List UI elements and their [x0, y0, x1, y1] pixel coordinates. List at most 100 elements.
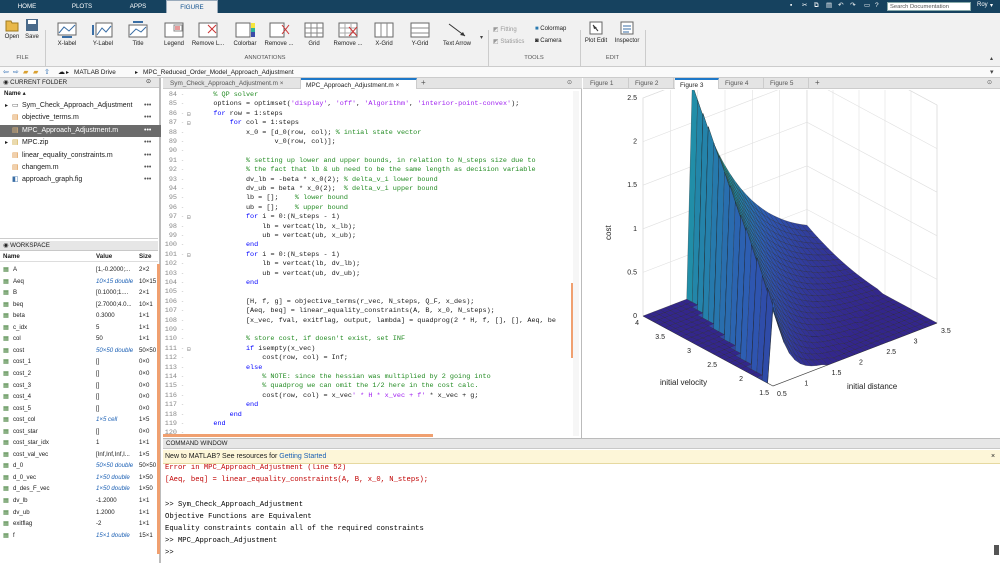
code-line[interactable]: 86- ⊟ for row = 1:steps: [163, 110, 582, 119]
code-line[interactable]: 108- [x_vec, fval, exitflag, output, lam…: [163, 317, 582, 326]
workspace-row[interactable]: ▦ cost_val_vec [Inf,Inf,Inf,I... 1×5: [0, 449, 158, 461]
annotations-more-chevron-icon[interactable]: ▾: [480, 34, 483, 41]
inspector-button[interactable]: Inspector: [612, 20, 642, 44]
workspace-scrollbar[interactable]: [157, 264, 160, 554]
breakpoint-gutter-icon[interactable]: -: [181, 411, 184, 420]
save-button[interactable]: Save: [23, 18, 41, 40]
editor-tab-sym-check[interactable]: Sym_Check_Approach_Adjustment.m ×: [165, 78, 301, 89]
breakpoint-gutter-icon[interactable]: -: [181, 373, 184, 382]
breakpoint-gutter-icon[interactable]: -: [181, 166, 184, 175]
forward-arrow-icon[interactable]: ⇨: [13, 68, 19, 76]
code-line[interactable]: 109-: [163, 326, 582, 335]
file-actions-icon[interactable]: •••: [144, 125, 151, 137]
code-line[interactable]: 97- ⊟ for i = 0:(N_steps - 1): [163, 213, 582, 222]
workspace-row[interactable]: ▦ cost_3 [] 0×0: [0, 380, 158, 392]
breakpoint-gutter-icon[interactable]: -: [181, 345, 184, 354]
getting-started-link[interactable]: Getting Started: [279, 453, 326, 460]
workspace-row[interactable]: ▦ cost_col 1×5 cell 1×5: [0, 414, 158, 426]
file-actions-icon[interactable]: •••: [144, 174, 151, 186]
code-line[interactable]: 98- lb = vertcat(lb, x_lb);: [163, 223, 582, 232]
add-figure-icon[interactable]: +: [815, 78, 820, 87]
code-line[interactable]: 115- % quadprog we can omit the 1/2 here…: [163, 382, 582, 391]
breakpoint-gutter-icon[interactable]: -: [181, 91, 184, 100]
breakpoint-gutter-icon[interactable]: -: [181, 260, 184, 269]
breakpoint-gutter-icon[interactable]: -: [181, 298, 184, 307]
workspace-row[interactable]: ▦ cost_2 [] 0×0: [0, 368, 158, 380]
code-line[interactable]: 106- [H, f, g] = objective_terms(r_vec, …: [163, 298, 582, 307]
close-banner-icon[interactable]: ×: [991, 450, 995, 464]
path-root[interactable]: MATLAB Drive: [74, 69, 116, 76]
breakpoint-gutter-icon[interactable]: -: [181, 129, 184, 138]
copy-icon[interactable]: ⧉: [814, 2, 821, 10]
panel-actions-icon[interactable]: ⊙: [146, 78, 151, 85]
breakpoint-gutter-icon[interactable]: -: [181, 401, 184, 410]
remove-colorbar-button[interactable]: Remove ...: [262, 21, 296, 47]
ws-col-name[interactable]: Name: [3, 253, 20, 260]
file-item[interactable]: ▤ MPC_Approach_Adjustment.m •••: [0, 124, 161, 137]
workspace-row[interactable]: ▦ cost_1 [] 0×0: [0, 356, 158, 368]
undo-icon[interactable]: ↶: [838, 2, 845, 10]
collapse-ribbon-icon[interactable]: ▴: [990, 55, 993, 62]
figure-tab[interactable]: Figure 5: [765, 78, 809, 89]
code-line[interactable]: 85- options = optimset('display', 'off',…: [163, 100, 582, 109]
text-arrow-button[interactable]: Text Arrow: [438, 21, 476, 47]
editor-actions-icon[interactable]: ⊙: [567, 79, 572, 86]
folder-name-column[interactable]: Name ▴: [4, 90, 26, 97]
remove-legend-button[interactable]: Remove L...: [190, 21, 226, 47]
ws-col-size[interactable]: Size: [139, 253, 151, 260]
back-arrow-icon[interactable]: ⇦: [3, 68, 9, 76]
breakpoint-gutter-icon[interactable]: -: [181, 354, 184, 363]
editor-scrollbar[interactable]: [573, 91, 579, 436]
legend-button[interactable]: Legend: [158, 21, 190, 47]
file-item[interactable]: ▤ changem.m •••: [0, 162, 161, 174]
xgrid-button[interactable]: X-Grid: [368, 21, 400, 47]
code-line[interactable]: 119- end: [163, 420, 582, 429]
tab-figure[interactable]: FIGURE: [166, 0, 218, 13]
code-line[interactable]: 110- % store cost, if doesn't exist, set…: [163, 335, 582, 344]
code-line[interactable]: 93- dv_lb = -beta * x_0(2); % delta_v_i …: [163, 176, 582, 185]
fold-toggle-icon[interactable]: ⊟: [187, 345, 191, 354]
code-line[interactable]: 89- v_0(row, col)];: [163, 138, 582, 147]
expand-chevron-icon[interactable]: ▸: [5, 100, 8, 112]
workspace-row[interactable]: ▦ exitflag -2 1×1: [0, 518, 158, 530]
fold-toggle-icon[interactable]: ⊟: [187, 251, 191, 260]
statistics-button[interactable]: ◩ Statistics: [493, 38, 524, 45]
close-icon[interactable]: ×: [396, 82, 400, 89]
save-quick-icon[interactable]: ▪: [790, 2, 797, 10]
up-folder-icon[interactable]: ⇧: [44, 68, 50, 76]
figure-tab[interactable]: Figure 2: [630, 78, 674, 89]
workspace-row[interactable]: ▦ d_des_F_vec 1×50 double 1×50: [0, 483, 158, 495]
workspace-row[interactable]: ▦ A [1,-0.2000;... 2×2: [0, 264, 158, 276]
workspace-row[interactable]: ▦ col 50 1×1: [0, 333, 158, 345]
fold-toggle-icon[interactable]: ⊟: [187, 119, 191, 128]
figure-tab[interactable]: Figure 3: [675, 78, 719, 89]
workspace-row[interactable]: ▦ cost_star_idx 1 1×1: [0, 437, 158, 449]
file-actions-icon[interactable]: •••: [144, 100, 151, 112]
path-current-folder[interactable]: MPC_Reduced_Order_Model_Approach_Adjustm…: [143, 69, 294, 76]
code-line[interactable]: 101- ⊟ for i = 0:(N_steps - 1): [163, 251, 582, 260]
figure-actions-icon[interactable]: ⊙: [987, 79, 992, 86]
workspace-row[interactable]: ▦ c_idx 5 1×1: [0, 322, 158, 334]
file-item[interactable]: ▸ ▭ Sym_Check_Approach_Adjustment •••: [0, 100, 161, 112]
workspace-row[interactable]: ▦ Aeq 10×15 double 10×15: [0, 276, 158, 288]
help-icon[interactable]: ?: [875, 2, 882, 10]
breakpoint-gutter-icon[interactable]: -: [181, 213, 184, 222]
code-line[interactable]: 94- dv_ub = beta * x_0(2); % delta_v_i u…: [163, 185, 582, 194]
colormap-button[interactable]: ■ Colormap: [535, 26, 566, 32]
code-line[interactable]: 114- % NOTE: since the hessian was multi…: [163, 373, 582, 382]
code-line[interactable]: 84- % QP solver: [163, 91, 582, 100]
redo-icon[interactable]: ↷: [850, 2, 857, 10]
camera-button[interactable]: ◙ Camera: [535, 38, 562, 44]
user-menu-chevron-icon[interactable]: ▾: [990, 2, 993, 9]
code-line[interactable]: 104- end: [163, 279, 582, 288]
workspace-row[interactable]: ▦ cost_5 [] 0×0: [0, 403, 158, 415]
file-actions-icon[interactable]: •••: [144, 112, 151, 124]
workspace-row[interactable]: ▦ cost_star [] 0×0: [0, 426, 158, 438]
breakpoint-gutter-icon[interactable]: -: [181, 138, 184, 147]
file-actions-icon[interactable]: •••: [144, 137, 151, 149]
workspace-row[interactable]: ▦ cost 50×50 double 50×50: [0, 345, 158, 357]
breakpoint-gutter-icon[interactable]: -: [181, 317, 184, 326]
code-line[interactable]: 105-: [163, 288, 582, 297]
plot-edit-button[interactable]: Plot Edit: [582, 20, 610, 44]
remove-grid-button[interactable]: Remove ...: [330, 21, 366, 47]
